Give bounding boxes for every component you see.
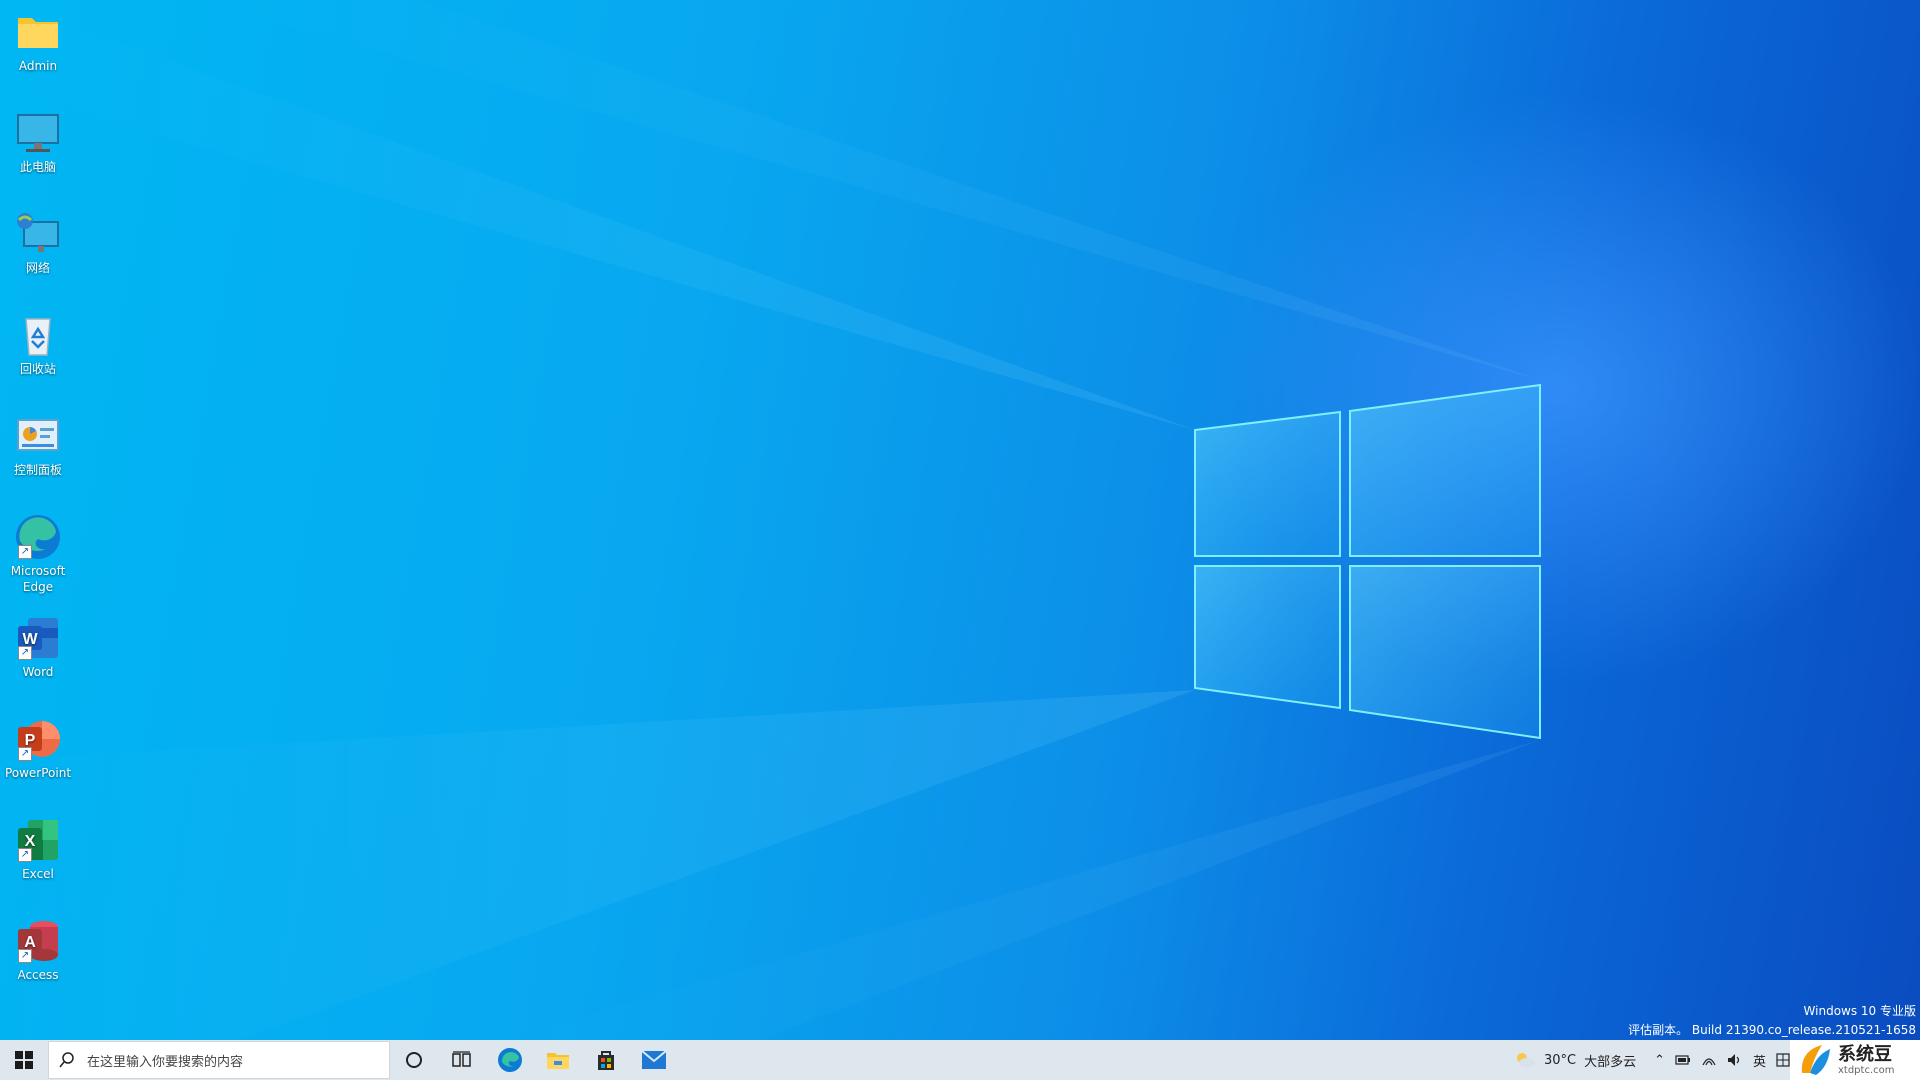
shortcut-arrow-icon: ↗ (18, 646, 32, 660)
desktop-icon-powerpoint[interactable]: P ↗ PowerPoint (4, 715, 72, 781)
taskbar-mail[interactable] (630, 1040, 678, 1080)
desktop-icon-folder[interactable]: Admin (4, 8, 72, 74)
windows-eval-watermark: Windows 10 专业版 评估副本。 Build 21390.co_rele… (1628, 1002, 1916, 1040)
access-icon: A ↗ (14, 917, 62, 965)
desktop-icon-control-panel[interactable]: 控制面板 (4, 412, 72, 478)
volume-icon[interactable] (1727, 1053, 1743, 1067)
desktop-icon-access[interactable]: A ↗ Access (4, 917, 72, 983)
desktop-icon-label: Access (17, 968, 59, 982)
taskbar-search-box[interactable]: 在这里输入你要搜索的内容 (48, 1041, 390, 1079)
desktop-icon-label: 回收站 (19, 362, 56, 376)
watermark-build: 评估副本。 Build 21390.co_release.210521-1658 (1628, 1023, 1916, 1037)
desktop-icon-network[interactable]: 网络 (4, 210, 72, 276)
desktop-icon-edge[interactable]: ↗ Microsoft Edge (4, 513, 72, 595)
mail-icon (641, 1050, 667, 1069)
network-icon (14, 210, 62, 258)
file-explorer-icon (547, 1053, 569, 1069)
shortcut-arrow-icon: ↗ (18, 545, 32, 559)
desktop-wallpaper (0, 0, 1920, 1040)
weather-description: 大部多云 (1584, 1054, 1637, 1070)
desktop-icon-label: Admin (18, 59, 58, 73)
taskbar-store[interactable] (582, 1040, 630, 1080)
watermark-edition: Windows 10 专业版 (1803, 1004, 1916, 1018)
task-view-icon (452, 1051, 471, 1067)
brand-url: xtdptc.com (1838, 1064, 1895, 1076)
cortana-button[interactable] (390, 1040, 438, 1080)
desktop-icon-label: 网络 (25, 261, 50, 275)
input-method-indicator[interactable]: 英 (1753, 1051, 1766, 1070)
brand-name: 系统豆 (1838, 1043, 1892, 1065)
excel-icon: X ↗ (14, 816, 62, 864)
shortcut-arrow-icon: ↗ (18, 848, 32, 862)
word-icon: W ↗ (14, 614, 62, 662)
system-tray: 30°C 大部多云 ⌃ 英 (1514, 1040, 1790, 1080)
brand-logo: 系统豆 xtdptc.com (1790, 1040, 1920, 1080)
battery-icon[interactable] (1675, 1054, 1691, 1066)
weather-temperature: 30°C (1543, 1052, 1577, 1068)
start-button[interactable] (0, 1040, 48, 1080)
taskbar-file-explorer[interactable] (534, 1040, 582, 1080)
shortcut-arrow-icon: ↗ (18, 949, 32, 963)
edge-icon (498, 1048, 522, 1072)
taskbar: 在这里输入你要搜索的内容 30°C 大部多云 ⌃ 英 系统豆 xtdptc.co… (0, 1040, 1920, 1080)
desktop-icon-label: Microsoft Edge (10, 564, 66, 594)
desktop-icon-label: Excel (22, 867, 54, 881)
cortana-icon (406, 1052, 422, 1068)
show-hidden-icons-chevron-icon[interactable]: ⌃ (1654, 1053, 1665, 1068)
brand-logo-icon (1801, 1045, 1830, 1075)
powerpoint-icon: P ↗ (14, 715, 62, 763)
desktop-icon-computer[interactable]: 此电脑 (4, 109, 72, 175)
weather-widget[interactable]: 30°C 大部多云 (1514, 1051, 1636, 1070)
windows-logo-wallpaper (0, 0, 1541, 1040)
task-view-button[interactable] (438, 1040, 486, 1080)
desktop-icon-label: 控制面板 (13, 463, 62, 477)
desktop-icon-label: PowerPoint (4, 766, 72, 780)
desktop-icon-word[interactable]: W ↗ Word (4, 614, 72, 680)
folder-icon (14, 8, 62, 56)
desktop-icon-excel[interactable]: X ↗ Excel (4, 816, 72, 882)
computer-icon (14, 109, 62, 157)
desktop-icon-recycle-bin[interactable]: 回收站 (4, 311, 72, 377)
ime-mode-icon[interactable] (1776, 1053, 1790, 1067)
store-icon (598, 1051, 614, 1070)
partly-cloudy-icon (1516, 1053, 1535, 1068)
taskbar-edge[interactable] (486, 1040, 534, 1080)
wifi-icon[interactable] (1701, 1053, 1717, 1067)
control-panel-icon (14, 412, 62, 460)
shortcut-arrow-icon: ↗ (18, 747, 32, 761)
recycle-bin-icon (14, 311, 62, 359)
desktop-icon-label: Word (22, 665, 54, 679)
search-icon (59, 1052, 74, 1068)
edge-icon: ↗ (14, 513, 62, 561)
search-placeholder: 在这里输入你要搜索的内容 (87, 1054, 244, 1070)
desktop-icon-label: 此电脑 (19, 160, 56, 174)
windows-start-icon (15, 1051, 33, 1069)
